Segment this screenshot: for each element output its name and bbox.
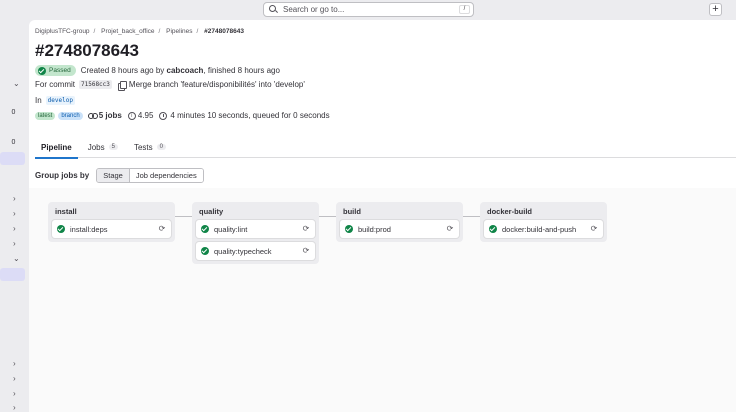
stage-install: install install:deps ⟳ — [48, 202, 175, 242]
group-jobs-by: Group jobs by Stage Job dependencies — [35, 168, 204, 183]
job-quality-typecheck[interactable]: quality:typecheck ⟳ — [196, 242, 315, 260]
top-bar: Search or go to... / + — [0, 0, 736, 20]
sidebar: ⌄ 0 0 › › › › ⌄ › › › › — [0, 20, 29, 412]
tab-label: Pipeline — [41, 142, 72, 152]
check-circle-icon — [57, 225, 65, 233]
copy-icon[interactable] — [117, 80, 127, 91]
breadcrumb-pipelines[interactable]: Pipelines — [166, 28, 192, 35]
in-label: In — [35, 96, 42, 105]
stage-name: quality — [199, 207, 224, 216]
check-circle-icon — [38, 66, 46, 75]
commit-row: For commit 71568cc3 Merge branch 'featur… — [35, 80, 305, 91]
page-title: #2748078643 — [35, 41, 140, 60]
for-commit-label: For commit — [35, 80, 75, 89]
stage-quality: quality quality:lint ⟳ quality:typecheck… — [192, 202, 319, 264]
stage-connector — [319, 216, 336, 217]
group-by-toggle: Stage Job dependencies — [96, 168, 204, 183]
tab-tests[interactable]: Tests 0 — [128, 136, 172, 158]
job-name: install:deps — [70, 224, 108, 234]
breadcrumb: DigiplusTFC-group / Projet_back_office / P… — [35, 28, 244, 35]
score-value: 4.95 — [137, 111, 154, 120]
retry-icon[interactable]: ⟳ — [301, 246, 311, 256]
tab-label: Tests — [133, 142, 153, 152]
job-build-prod[interactable]: build:prod ⟳ — [340, 220, 459, 238]
group-by-deps-button[interactable]: Job dependencies — [129, 169, 203, 182]
latest-badge: latest — [35, 111, 56, 120]
check-circle-icon — [345, 225, 353, 233]
search-input[interactable]: Search or go to... / — [263, 2, 474, 17]
job-quality-lint[interactable]: quality:lint ⟳ — [196, 220, 315, 238]
job-docker-build-and-push[interactable]: docker:build-and-push ⟳ — [484, 220, 603, 238]
pipeline-meta-row: latest branch 5 jobs i 4.95 4 minutes 10… — [35, 111, 330, 120]
info-icon: i — [127, 111, 136, 120]
tab-pipeline[interactable]: Pipeline — [35, 136, 78, 159]
created-text: Created 8 hours ago by — [80, 66, 165, 75]
tab-count: 0 — [156, 144, 166, 150]
chevron-right-icon[interactable]: › — [13, 390, 21, 398]
pipeline-jobs-icon — [87, 112, 98, 119]
breadcrumb-group[interactable]: DigiplusTFC-group — [35, 28, 90, 35]
pipeline-status-row: Passed Created 8 hours ago by cabcoach ,… — [35, 65, 280, 76]
group-by-stage-button[interactable]: Stage — [97, 169, 130, 182]
chevron-right-icon[interactable]: › — [13, 360, 21, 368]
stage-name: docker-build — [487, 207, 533, 216]
tab-label: Jobs — [87, 142, 105, 152]
chevron-right-icon[interactable]: › — [13, 404, 21, 412]
sidebar-item-active[interactable] — [0, 152, 25, 165]
jobs-count: 5 jobs — [98, 111, 122, 120]
status-badge[interactable]: Passed — [35, 65, 76, 76]
ref-link[interactable]: develop — [45, 96, 75, 105]
chevron-right-icon[interactable]: › — [13, 240, 21, 248]
group-by-label: Group jobs by — [35, 171, 90, 180]
stage-name: install — [55, 207, 77, 216]
stage-connector — [175, 216, 192, 217]
search-icon — [269, 5, 278, 14]
retry-icon[interactable]: ⟳ — [157, 224, 167, 234]
chevron-down-icon[interactable]: ⌄ — [13, 80, 21, 88]
retry-icon[interactable]: ⟳ — [301, 224, 311, 234]
tab-jobs[interactable]: Jobs 5 — [82, 136, 124, 158]
branch-badge: branch — [58, 111, 83, 120]
chevron-down-icon[interactable]: ⌄ — [13, 255, 21, 263]
status-label: Passed — [49, 67, 71, 74]
check-circle-icon — [201, 225, 209, 233]
stage-name: build — [343, 207, 361, 216]
ref-row: In develop — [35, 96, 75, 105]
breadcrumb-project[interactable]: Projet_back_office — [101, 28, 154, 35]
chevron-right-icon[interactable]: › — [13, 375, 21, 383]
chevron-right-icon[interactable]: › — [13, 225, 21, 233]
tab-count: 5 — [108, 144, 118, 150]
job-name: build:prod — [358, 224, 391, 234]
job-name: docker:build-and-push — [502, 224, 577, 234]
finished-text: , finished 8 hours ago — [203, 66, 280, 75]
commit-sha[interactable]: 71568cc3 — [79, 80, 112, 89]
stage-connector — [463, 216, 480, 217]
chevron-right-icon[interactable]: › — [13, 195, 21, 203]
sidebar-count-a: 0 — [11, 109, 16, 116]
stage-docker-build: docker-build docker:build-and-push ⟳ — [480, 202, 607, 242]
chevron-right-icon[interactable]: › — [13, 210, 21, 218]
create-new-button[interactable]: + — [709, 3, 722, 16]
stage-build: build build:prod ⟳ — [336, 202, 463, 242]
breadcrumb-current[interactable]: #2748078643 — [204, 28, 244, 35]
pipeline-graph: install install:deps ⟳ quality quality:l… — [29, 188, 736, 412]
pipeline-tabs: Pipeline Jobs 5 Tests 0 — [35, 136, 736, 159]
check-circle-icon — [489, 225, 497, 233]
retry-icon[interactable]: ⟳ — [445, 224, 455, 234]
author-link[interactable]: cabcoach — [167, 66, 204, 75]
main-content: DigiplusTFC-group / Projet_back_office / P… — [29, 20, 736, 412]
retry-icon[interactable]: ⟳ — [589, 224, 599, 234]
duration-text: 4 minutes 10 seconds, queued for 0 secon… — [170, 111, 330, 120]
sidebar-count-b: 0 — [11, 139, 16, 146]
sidebar-item-pipelines[interactable] — [0, 268, 25, 281]
search-shortcut: / — [459, 5, 470, 14]
commit-message[interactable]: Merge branch 'feature/disponibilités' in… — [129, 80, 305, 89]
job-name: quality:typecheck — [214, 246, 272, 256]
job-name: quality:lint — [214, 224, 248, 234]
clock-icon — [159, 111, 168, 120]
search-placeholder: Search or go to... — [283, 5, 345, 14]
job-install-deps[interactable]: install:deps ⟳ — [52, 220, 171, 238]
check-circle-icon — [201, 247, 209, 255]
